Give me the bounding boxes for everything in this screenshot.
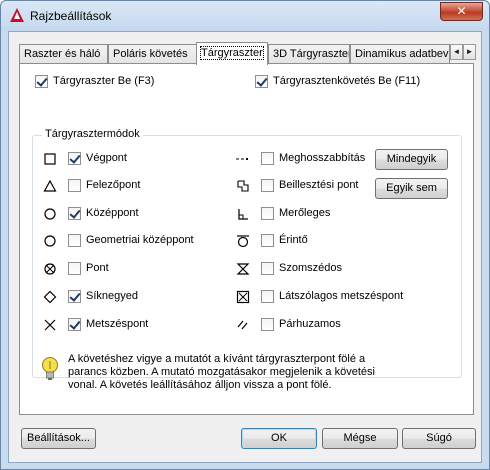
close-button[interactable]: ✕ xyxy=(440,2,483,21)
tracking-info-text: A követéshez vigye a mutatót a kívánt tá… xyxy=(68,353,375,391)
insertion-label[interactable]: Beillesztési pont xyxy=(279,179,359,191)
midpoint-triangle-icon xyxy=(43,179,57,192)
geometric-center-icon xyxy=(44,235,56,247)
tab-scroll-left-icon[interactable]: ◄ xyxy=(450,44,463,60)
apparent-intersection-icon xyxy=(236,290,250,304)
endpoint-checkbox[interactable] xyxy=(68,152,81,165)
ok-button[interactable]: OK xyxy=(241,428,317,449)
apparent-intersection-checkbox[interactable] xyxy=(261,290,274,303)
snap-modes-group: Tárgyrasztermódok xyxy=(32,128,462,378)
node-label[interactable]: Pont xyxy=(86,262,109,274)
quadrant-diamond-icon xyxy=(43,290,57,304)
window-title: Rajzbeállítások xyxy=(30,9,112,23)
node-circle-x-icon xyxy=(44,263,56,275)
endpoint-label[interactable]: Végpont xyxy=(86,152,127,164)
insertion-icon xyxy=(237,180,249,192)
nearest-label[interactable]: Szomszédos xyxy=(279,262,342,274)
perpendicular-checkbox[interactable] xyxy=(261,207,274,220)
tab-dinamikus-adatbevitel[interactable]: Dinamikus adatbevit xyxy=(350,44,450,64)
clear-all-button[interactable]: Egyik sem xyxy=(375,178,448,199)
tab-scroll-right-icon[interactable]: ► xyxy=(463,44,476,60)
extension-checkbox[interactable] xyxy=(261,152,274,165)
tracking-on-label[interactable]: Tárgyrasztenkövetés Be (F11) xyxy=(273,75,420,87)
tab-polaris-kovetes[interactable]: Poláris követés xyxy=(108,44,197,64)
tracking-on-checkbox[interactable] xyxy=(255,75,268,88)
info-lightbulb-icon xyxy=(42,357,58,380)
nearest-hourglass-icon xyxy=(236,263,250,275)
extension-icon xyxy=(236,158,248,160)
intersection-x-icon xyxy=(44,319,56,331)
perpendicular-label[interactable]: Merőleges xyxy=(279,207,330,219)
title-bar[interactable]: Rajzbeállítások ✕ xyxy=(1,1,489,31)
osnap-on-label[interactable]: Tárgyraszter Be (F3) xyxy=(53,75,154,87)
tangent-label[interactable]: Érintő xyxy=(279,234,308,246)
intersection-label[interactable]: Metszéspont xyxy=(86,318,148,330)
parallel-label[interactable]: Párhuzamos xyxy=(279,318,341,330)
tangent-icon xyxy=(237,235,249,248)
dialog-client-area: Raszter és háló Poláris követés Tárgyras… xyxy=(8,31,482,463)
endpoint-square-icon xyxy=(44,153,56,165)
node-checkbox[interactable] xyxy=(68,262,81,275)
midpoint-label[interactable]: Felezőpont xyxy=(86,179,140,191)
geometric-center-checkbox[interactable] xyxy=(68,234,81,247)
tab-strip: Raszter és háló Poláris követés Tárgyras… xyxy=(19,42,476,65)
extension-label[interactable]: Meghosszabbítás xyxy=(279,152,365,164)
quadrant-checkbox[interactable] xyxy=(68,290,81,303)
perpendicular-icon xyxy=(238,209,248,220)
geometric-center-label[interactable]: Geometriai középpont xyxy=(86,234,194,246)
insertion-checkbox[interactable] xyxy=(261,179,274,192)
parallel-checkbox[interactable] xyxy=(261,318,274,331)
select-all-button[interactable]: Mindegyik xyxy=(375,149,448,170)
tangent-checkbox[interactable] xyxy=(261,234,274,247)
parallel-icon xyxy=(237,320,248,330)
options-button[interactable]: Beállítások... xyxy=(21,428,96,449)
tab-targyraszter[interactable]: Tárgyraszter xyxy=(196,42,268,65)
center-label[interactable]: Középpont xyxy=(86,207,139,219)
center-circle-icon xyxy=(44,208,56,220)
midpoint-checkbox[interactable] xyxy=(68,179,81,192)
dialog-window: Rajzbeállítások ✕ Raszter és háló Polári… xyxy=(0,0,490,470)
nearest-checkbox[interactable] xyxy=(261,262,274,275)
snap-modes-group-title: Tárgyrasztermódok xyxy=(42,128,143,140)
apparent-intersection-label[interactable]: Látszólagos metszéspont xyxy=(279,290,403,302)
center-checkbox[interactable] xyxy=(68,207,81,220)
osnap-on-checkbox[interactable] xyxy=(35,75,48,88)
tab-panel-targyraszter: Tárgyraszter Be (F3) Tárgyrasztenkövetés… xyxy=(19,63,474,415)
cancel-button[interactable]: Mégse xyxy=(322,428,398,449)
tab-3d-targyraszter[interactable]: 3D Tárgyraszter xyxy=(268,44,350,64)
quadrant-label[interactable]: Síknegyed xyxy=(86,290,138,302)
help-button[interactable]: Súgó xyxy=(402,428,476,449)
tab-raszter-es-halo[interactable]: Raszter és háló xyxy=(19,44,108,64)
autocad-app-icon xyxy=(10,8,24,22)
intersection-checkbox[interactable] xyxy=(68,318,81,331)
